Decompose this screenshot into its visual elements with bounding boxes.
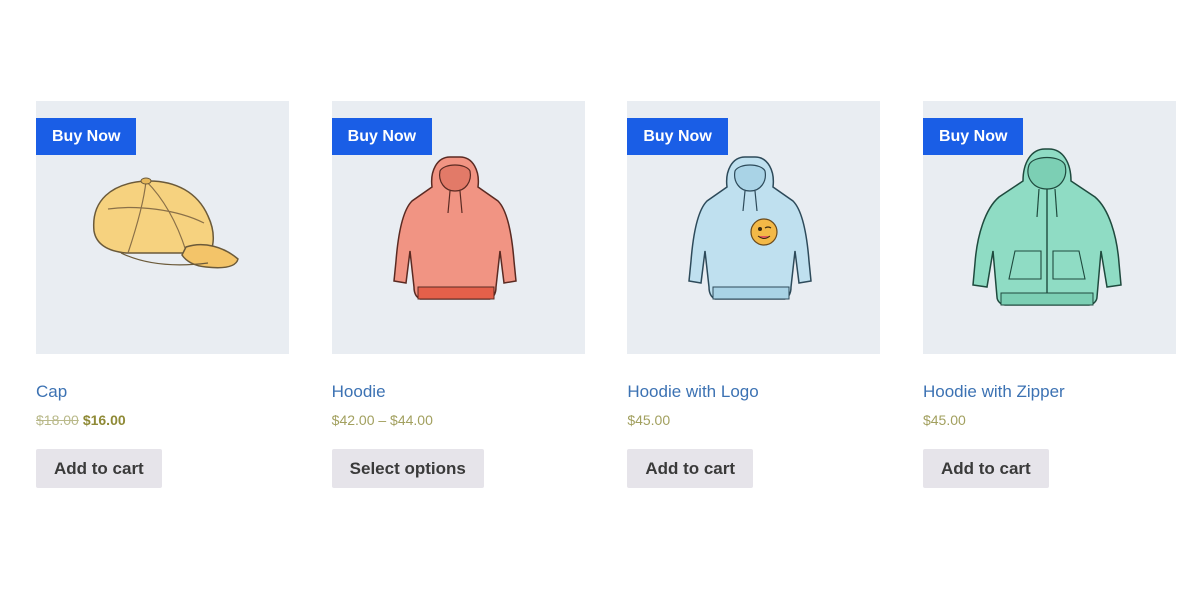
buy-now-badge[interactable]: Buy Now (922, 118, 1024, 155)
product-title-link[interactable]: Cap (36, 382, 67, 402)
buy-now-badge[interactable]: Buy Now (36, 118, 137, 155)
product-price: $42.00 – $44.00 (331, 412, 433, 428)
buy-now-badge[interactable]: Buy Now (627, 118, 728, 155)
product-grid: Buy Now Cap $18.00 $16.00 Add to cart Buy… (36, 101, 1176, 488)
regular-price: $18.00 (36, 412, 79, 428)
product-image-link[interactable]: Buy Now (331, 101, 585, 354)
product-image-link[interactable]: Buy Now (627, 101, 881, 354)
select-options-button[interactable]: Select options (331, 449, 484, 488)
sale-price: $16.00 (82, 412, 126, 428)
add-to-cart-button[interactable]: Add to cart (627, 449, 754, 488)
product-title-link[interactable]: Hoodie with Logo (627, 382, 758, 402)
product-price: $18.00 $16.00 (36, 412, 289, 430)
product-title-link[interactable]: Hoodie (332, 382, 386, 402)
product-card-hoodie-with-logo: Buy Now Hoodie with Logo $45.00 Add to c… (627, 101, 881, 488)
product-card-hoodie-with-zipper: Buy Now Hoodie with Zipper $45.00 Add to… (922, 101, 1176, 488)
add-to-cart-button[interactable]: Add to cart (922, 449, 1049, 488)
buy-now-badge[interactable]: Buy Now (331, 118, 433, 155)
product-card-hoodie: Buy Now Hoodie $42.00 – $44.00 Select op… (331, 101, 585, 488)
product-price: $45.00 (922, 412, 966, 428)
product-image-link[interactable]: Buy Now (922, 101, 1176, 354)
product-price: $45.00 (627, 412, 671, 428)
add-to-cart-button[interactable]: Add to cart (36, 449, 162, 488)
product-card-cap: Buy Now Cap $18.00 $16.00 Add to cart (36, 101, 289, 488)
product-title-link[interactable]: Hoodie with Zipper (923, 382, 1065, 402)
product-image-link[interactable]: Buy Now (36, 101, 289, 354)
